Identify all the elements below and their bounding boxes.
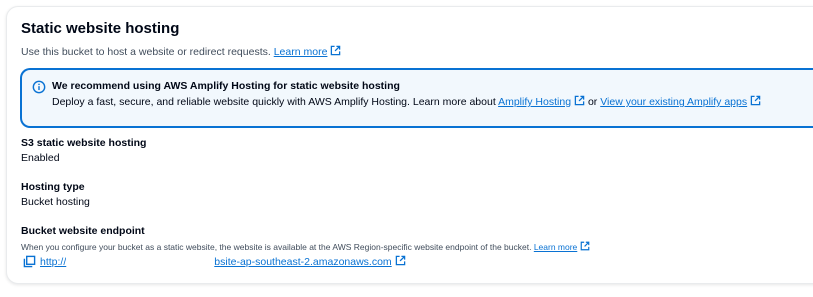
- external-link-icon: [750, 95, 761, 106]
- endpoint-url-prefix: http://: [40, 256, 67, 268]
- endpoint-hint: When you configure your bucket as a stat…: [21, 241, 590, 252]
- endpoint-label: Bucket website endpoint: [21, 225, 145, 237]
- view-amplify-apps-link[interactable]: View your existing Amplify apps: [600, 95, 761, 108]
- view-amplify-apps-label: View your existing Amplify apps: [600, 96, 748, 108]
- section-title: Static website hosting: [21, 20, 180, 37]
- section-description: Use this bucket to host a website or red…: [21, 45, 341, 58]
- redacted-region: [66, 255, 215, 266]
- hosting-type-label: Hosting type: [21, 181, 85, 193]
- alert-body-text: Deploy a fast, secure, and reliable webs…: [52, 96, 496, 108]
- endpoint-url-link[interactable]: http:// bsite-ap-southeast-2.amazonaws.co…: [40, 255, 406, 268]
- copy-icon[interactable]: [23, 255, 36, 268]
- s3-hosting-value: Enabled: [21, 152, 60, 164]
- alert-title: We recommend using AWS Amplify Hosting f…: [52, 80, 400, 92]
- info-icon: [32, 80, 46, 94]
- external-link-icon: [580, 241, 590, 251]
- endpoint-learn-more-link[interactable]: Learn more: [533, 241, 590, 252]
- learn-more-link[interactable]: Learn more: [273, 45, 342, 58]
- endpoint-learn-more-label: Learn more: [533, 242, 578, 252]
- endpoint-hint-text: When you configure your bucket as a stat…: [21, 242, 532, 252]
- learn-more-label: Learn more: [273, 46, 328, 58]
- static-website-hosting-panel: Static website hosting Use this bucket t…: [6, 6, 813, 284]
- endpoint-url-suffix: bsite-ap-southeast-2.amazonaws.com: [214, 256, 392, 268]
- external-link-icon: [574, 95, 585, 106]
- alert-body: Deploy a fast, secure, and reliable webs…: [52, 95, 761, 108]
- alert-or-text: or: [587, 96, 598, 108]
- section-description-text: Use this bucket to host a website or red…: [21, 46, 271, 58]
- s3-hosting-label: S3 static website hosting: [21, 137, 147, 149]
- endpoint-row: http:// bsite-ap-southeast-2.amazonaws.co…: [23, 255, 406, 268]
- amplify-hosting-link[interactable]: Amplify Hosting: [498, 95, 585, 108]
- external-link-icon: [331, 45, 341, 56]
- external-link-icon: [395, 255, 405, 266]
- amplify-recommendation-alert: We recommend using AWS Amplify Hosting f…: [20, 68, 813, 128]
- hosting-type-value: Bucket hosting: [21, 196, 90, 208]
- amplify-hosting-label: Amplify Hosting: [498, 96, 572, 108]
